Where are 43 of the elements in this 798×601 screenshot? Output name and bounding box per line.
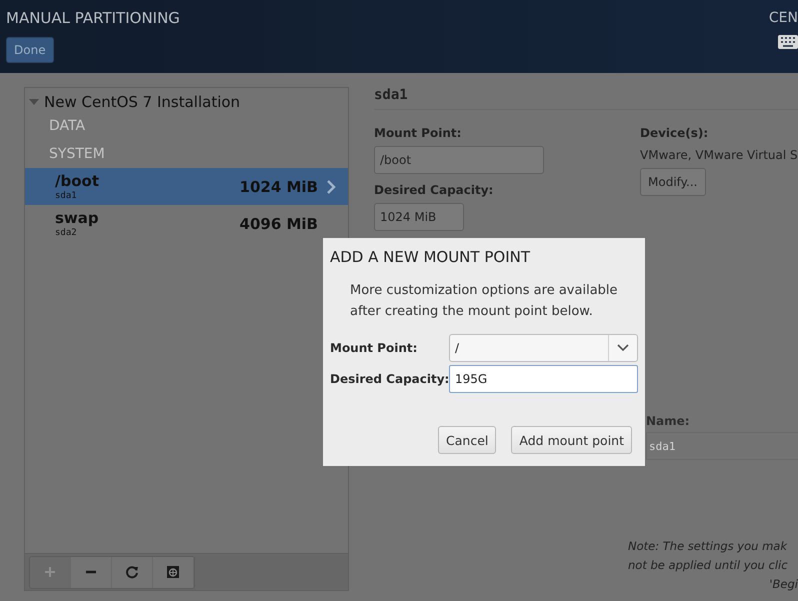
refresh-icon (125, 565, 139, 579)
configure-button[interactable] (153, 556, 194, 588)
dialog-button[interactable]: Add mount point (511, 426, 632, 454)
note-text: Note: The settings you mak (628, 538, 788, 555)
field-label: Mount Point: (330, 341, 418, 355)
field-label: Device(s): (640, 125, 708, 141)
page-title: MANUAL PARTITIONING (6, 8, 180, 28)
note-text: 'Begi (769, 576, 798, 593)
mount-point-label: swap (55, 208, 100, 226)
partition-row[interactable]: /boot sda1 1024 MiB (25, 168, 348, 205)
partition-size: 4096 MiB (240, 214, 318, 232)
dialog-message: More customization options are available after creating the mount point below. (350, 282, 619, 321)
chevron-right-icon (326, 180, 336, 194)
partition-row[interactable]: swap sda2 4096 MiB (25, 205, 348, 242)
dialog-button[interactable]: Cancel (438, 426, 496, 454)
plus-icon (43, 565, 57, 579)
remove-button[interactable] (71, 556, 112, 588)
disk-settings-icon (166, 565, 180, 579)
capacity-input-field[interactable]: 195G (449, 365, 638, 393)
installation-title: New CentOS 7 Installation (44, 93, 240, 111)
field-label: Desired Capacity: (330, 372, 449, 386)
dialog-title: ADD A NEW MOUNT POINT (330, 248, 532, 266)
mount-point-dropdown[interactable]: / (449, 334, 638, 362)
done-button[interactable]: Done (6, 37, 54, 63)
section-label: SYSTEM (48, 145, 106, 164)
section-label: DATA (48, 117, 86, 136)
field-label: Mount Point: (374, 125, 462, 141)
name-field[interactable]: sda1 (646, 433, 798, 460)
device-label: sda1 (55, 190, 78, 202)
note-text: not be applied until you clic (628, 557, 788, 574)
field-label: Name: (646, 414, 798, 433)
product-title: CEN (768, 10, 798, 26)
partition-title: sda1 (374, 83, 798, 110)
partition-size: 1024 MiB (240, 178, 318, 196)
modify-button[interactable]: Modify... (640, 168, 706, 196)
keyboard-icon[interactable] (778, 34, 798, 50)
capacity-field[interactable]: 1024 MiB (374, 203, 464, 231)
device-label: sda2 (55, 226, 78, 238)
refresh-button[interactable] (112, 556, 153, 588)
mount-point-label: /boot (55, 172, 100, 190)
device-name: VMware, VMware Virtual S (640, 148, 798, 162)
field-label: Desired Capacity: (374, 182, 494, 198)
mount-point-field[interactable]: /boot (374, 146, 544, 174)
